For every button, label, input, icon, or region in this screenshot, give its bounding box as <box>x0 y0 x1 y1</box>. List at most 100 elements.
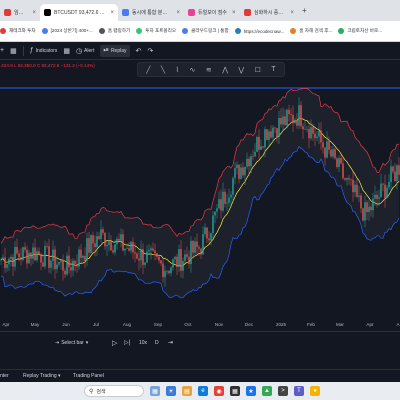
candle-body <box>68 255 70 268</box>
file-explorer-icon[interactable]: ▤ <box>182 386 192 396</box>
app2-icon[interactable]: ▲ <box>262 386 272 396</box>
bookmark-item[interactable]: 투자 포트폴리오 <box>136 28 176 34</box>
path-tool-icon[interactable]: ∿ <box>190 66 196 74</box>
candle-body <box>306 128 308 130</box>
candle-body <box>290 114 292 115</box>
candle-body <box>326 141 328 158</box>
new-tab-button[interactable]: + <box>302 6 307 15</box>
chart-type-icon: ▦ <box>10 47 17 55</box>
candle-body <box>94 243 96 248</box>
time-axis[interactable]: Apr May Jun Jul Aug Sep Oct Nov Dec 2025 Feb Mar Apr… <box>0 322 400 331</box>
edge-icon[interactable]: e <box>198 386 208 396</box>
close-icon[interactable]: × <box>232 10 236 16</box>
tab-replay-trading[interactable]: Replay Trading ▾ <box>23 373 61 379</box>
candle-body <box>226 202 228 204</box>
teams-icon[interactable]: T <box>294 386 304 396</box>
kakaotalk-icon[interactable]: ● <box>310 386 320 396</box>
curve-tool-icon[interactable]: ⌇ <box>176 66 179 74</box>
browser-tab[interactable]: 심화하시 증권 - 다운로드× <box>240 4 298 21</box>
candle-body <box>382 183 384 185</box>
favicon-icon <box>4 9 11 16</box>
candle-body <box>140 249 142 261</box>
app-icon[interactable]: ★ <box>246 386 256 396</box>
ray-tool-icon[interactable]: ╲ <box>161 66 165 74</box>
taskbar-search[interactable]: ⚲ 검색 <box>84 385 144 397</box>
bookmark-item[interactable]: 재테크와 투자 <box>0 28 36 34</box>
close-icon[interactable]: × <box>110 10 114 16</box>
candle-body <box>352 179 354 193</box>
pattern2-tool-icon[interactable]: ⋁ <box>238 66 244 74</box>
candle-body <box>200 248 202 255</box>
candle-body <box>180 249 182 271</box>
candle-body <box>332 149 334 157</box>
candle-body <box>70 267 72 271</box>
tab-trading-panel[interactable]: Trading Panel <box>73 373 104 379</box>
bookmark-item[interactable]: 크립토자산 바로... <box>338 28 382 34</box>
candle-body <box>54 249 56 270</box>
candle-body <box>374 194 376 199</box>
close-icon[interactable]: × <box>32 10 36 16</box>
pattern-tool-icon[interactable]: ⋀ <box>222 66 228 74</box>
close-icon[interactable]: × <box>290 10 294 16</box>
candle-body <box>168 270 170 274</box>
wave-tool-icon[interactable]: ≋ <box>206 66 212 74</box>
select-bar-button[interactable]: ⇥ Select bar ▾ <box>55 340 88 346</box>
candle-body <box>126 248 128 249</box>
select-bar-icon: ⇥ <box>55 340 60 346</box>
step-forward-button[interactable]: ▷| <box>124 339 130 346</box>
candle-body <box>156 253 158 257</box>
browser-tab[interactable]: 임재우 주식× <box>0 4 40 21</box>
alert-button[interactable]: ◷ Alert <box>76 47 94 55</box>
browser-tab[interactable]: BTCUSDT 93,472.6 ▼ -0.03%× <box>40 4 118 21</box>
terminal-icon[interactable]: > <box>278 386 288 396</box>
interval-select[interactable]: D <box>155 340 159 346</box>
time-axis-label: Oct <box>184 322 192 327</box>
candle-body <box>268 131 270 141</box>
bookmark-item[interactable]: 홈 탭링하기 <box>98 28 130 34</box>
interval-button[interactable]: ▦ <box>10 47 17 55</box>
candle-body <box>22 247 24 260</box>
store-icon[interactable]: ▦ <box>230 386 240 396</box>
bookmark-item[interactable]: 클라우드링크 | 통합 <box>182 28 229 34</box>
chrome-icon[interactable]: ◉ <box>214 386 224 396</box>
candle-body <box>350 179 352 181</box>
indicators-button[interactable]: ƒ Indicators <box>30 47 58 54</box>
speed-button[interactable]: 10x <box>139 340 147 346</box>
candle-body <box>286 109 288 126</box>
candle-body <box>280 117 282 125</box>
bookmark-item[interactable]: 홈 자해 검색 후... <box>290 28 332 34</box>
jump-to-realtime-button[interactable]: ⇥ <box>168 339 173 346</box>
candle-body <box>2 257 4 260</box>
widgets-icon[interactable]: ☀ <box>166 386 176 396</box>
candlestick-chart[interactable] <box>0 60 400 328</box>
candle-body <box>390 166 392 183</box>
candle-body <box>114 244 116 253</box>
candle-body <box>238 164 240 179</box>
browser-tab[interactable]: 동시에 통합 분석 스크립트× <box>118 4 184 21</box>
tab-screener[interactable]: nter <box>0 373 9 379</box>
candle-body <box>164 270 166 278</box>
candle-body <box>394 171 396 181</box>
browser-tab[interactable]: 듀얼보이 점수 × <box>184 4 240 21</box>
bookmark-item[interactable]: https://ecodecnaw... <box>234 28 284 34</box>
text-tool-icon[interactable]: T <box>271 66 275 73</box>
price-chart[interactable]: .424.9 L 93,350.0 C 93,472.6 −131.2 (−0.… <box>0 60 400 328</box>
close-icon[interactable]: × <box>176 10 180 16</box>
trend-line-tool-icon[interactable]: ╱ <box>146 66 150 74</box>
replay-button[interactable]: ⏯ Replay <box>100 44 130 57</box>
task-view-icon[interactable]: ▦ <box>150 386 160 396</box>
candle-body <box>234 168 236 179</box>
rectangle-tool-icon[interactable]: ☐ <box>255 66 261 74</box>
time-axis-label: Dec <box>244 322 254 327</box>
undo-button[interactable]: ↶ <box>136 47 142 55</box>
candle-body <box>248 158 250 167</box>
candle-body <box>60 260 62 263</box>
bookmark-item[interactable]: [2024 상반기] 400+... <box>41 28 93 34</box>
layout-button[interactable]: ▦ <box>63 47 70 55</box>
ohlc-readout: .424.9 L 93,350.0 C 93,472.6 −131.2 (−0.… <box>0 63 95 68</box>
play-button[interactable]: ▷ <box>112 339 117 347</box>
redo-button[interactable]: ↷ <box>147 47 153 55</box>
candle-body <box>10 256 12 259</box>
candle-body <box>52 249 54 261</box>
add-symbol-button[interactable]: + <box>0 47 4 54</box>
